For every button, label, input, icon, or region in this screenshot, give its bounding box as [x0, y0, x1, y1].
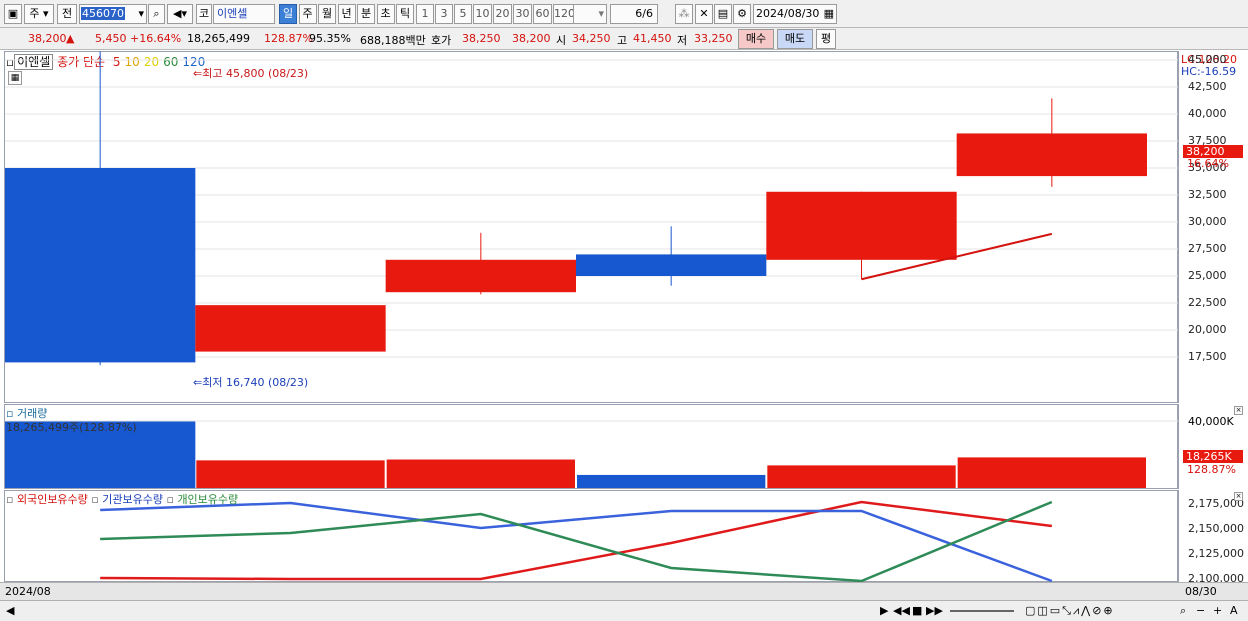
price-panel-header: ▫ 이엔셀 종가 단순 5 10 20 60 120	[6, 53, 205, 70]
price-pct-tag: 16.64%	[1187, 157, 1229, 170]
minus-icon[interactable]: −	[1196, 604, 1205, 617]
holding-label-0: 외국인보유수량	[16, 493, 88, 506]
ma-period-5: 5	[112, 55, 121, 69]
status-bar: 2024/08 08/30	[0, 582, 1248, 600]
price-tick: 42,500	[1188, 80, 1227, 93]
volume-panel	[4, 404, 1178, 489]
high-marker-text: 최고 45,800 (08/23)	[202, 67, 309, 80]
ma-label: 종가 단순	[57, 55, 106, 69]
panel-marker-icon: ▫	[87, 493, 103, 506]
holding-label-1: 기관보유수량	[102, 493, 163, 506]
left-arrow-icon: ⇐	[193, 67, 203, 80]
volume-pct-tag: 128.87%	[1187, 463, 1236, 476]
holding-legend: ▫ 외국인보유수량 ▫ 기관보유수량 ▫ 개인보유수량	[6, 491, 238, 507]
price-tick: 27,500	[1188, 242, 1227, 255]
ma-period-20: 20	[143, 55, 160, 69]
price-tick: 45,000	[1188, 53, 1227, 66]
price-tick: 25,000	[1188, 269, 1227, 282]
drawing-tools-icon[interactable]: ▢◫▭⤡⩘⋀⊘⊕	[1025, 604, 1115, 618]
low-marker: ⇐최저 16,740 (08/23)	[193, 374, 308, 390]
stock-label: 이엔셀	[14, 54, 54, 70]
plus-icon[interactable]: +	[1213, 604, 1222, 617]
rewind-icon[interactable]: ◀◀	[893, 604, 910, 617]
stop-icon[interactable]: ■	[912, 604, 922, 617]
volume-value-label: 18,265,499주(128.87%)	[6, 421, 137, 434]
price-tick: 32,500	[1188, 188, 1227, 201]
font-size-icon[interactable]: A	[1230, 604, 1238, 617]
status-left-date: 2024/08	[5, 585, 51, 598]
low-marker-text: 최저 16,740 (08/23)	[202, 376, 309, 389]
price-tick: 30,000	[1188, 215, 1227, 228]
scrollbar[interactable]: ◀ ▶ ◀◀ ■ ▶▶ ▢◫▭⤡⩘⋀⊘⊕ ⌕ − + A	[0, 600, 1248, 621]
zoom-icon[interactable]: ⌕	[1180, 604, 1186, 618]
volume-tag: 18,265K	[1183, 450, 1243, 463]
ma-period-60: 60	[163, 55, 179, 69]
price-tick: 17,500	[1188, 350, 1227, 363]
price-tick: 20,000	[1188, 323, 1227, 336]
panel-marker-icon: ▫	[6, 55, 15, 69]
left-arrow-icon: ⇐	[193, 376, 203, 389]
close-icon[interactable]: ×	[1234, 406, 1243, 415]
price-tick: 40,000	[1188, 107, 1227, 120]
holding-tick: 2,150,000	[1188, 522, 1244, 535]
zoom-slider[interactable]	[950, 610, 1014, 612]
panel-marker-icon: ▫	[6, 493, 17, 506]
volume-tick: 40,000K	[1188, 415, 1234, 428]
ma-period-10: 10	[124, 55, 140, 69]
fast-forward-icon[interactable]: ▶▶	[926, 604, 943, 617]
panel-marker-icon: ▫	[162, 493, 178, 506]
holding-tick: 2,125,000	[1188, 547, 1244, 560]
table-icon[interactable]: ▦	[8, 71, 22, 85]
status-right-date: 08/30	[1185, 585, 1217, 598]
play-icon[interactable]: ▶	[880, 604, 888, 617]
holding-label-2: 개인보유수량	[177, 493, 239, 506]
hc-label: HC:-16.59	[1181, 65, 1237, 78]
price-tick: 22,500	[1188, 296, 1227, 309]
high-marker: ⇐최고 45,800 (08/23)	[193, 65, 308, 81]
scroll-left-icon[interactable]: ◀	[6, 604, 14, 617]
close-icon[interactable]: ×	[1234, 492, 1243, 501]
